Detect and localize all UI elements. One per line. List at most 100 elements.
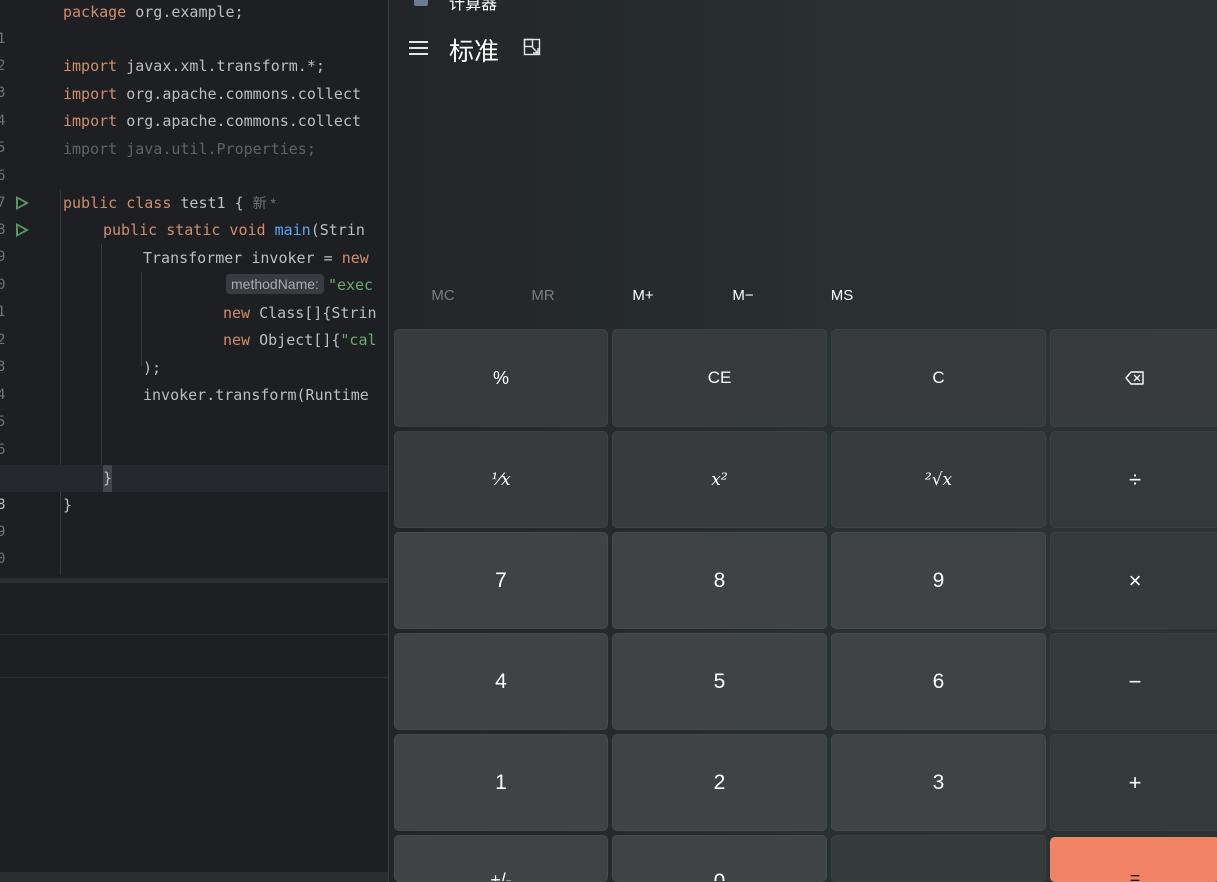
clear-entry-button[interactable]: CE [612,329,827,427]
keep-on-top-icon[interactable] [523,38,541,56]
author-hint[interactable]: 新 * [253,195,276,211]
code-keyword: import [63,112,118,130]
digit-3-button[interactable]: 3 [831,734,1046,831]
result-display [389,80,1217,270]
divide-label: ÷ [1128,466,1142,492]
digit-label: 3 [932,770,945,794]
code-line: 3 import javax.xml.transform.*; [0,53,388,101]
code-text: Transformer invoker = [143,249,342,267]
digit-8-button[interactable]: 8 [612,532,827,629]
code-string: "exec [327,276,374,294]
calculator-window: 计算器 标准 MC MR M+ M− MS % CE C ⅟x x² ²√x ÷ [388,0,1217,882]
memory-add-button[interactable]: M+ [595,280,691,312]
code-keyword: import [63,57,118,75]
window-title: 计算器 [449,0,498,13]
code-line: 9 } [0,492,388,540]
digit-2-button[interactable]: 2 [612,734,827,831]
code-line: 0 Transformer invoker = new [0,245,388,293]
code-text: javax.xml.transform.*; [117,57,325,75]
mode-title: 标准 [449,38,500,66]
decimal-button[interactable]: . [831,835,1046,882]
code-line: 4 import org.apache.commons.collect [0,81,388,129]
digit-0-button[interactable]: 0 [612,835,827,882]
run-main-icon[interactable] [16,223,29,237]
digit-9-button[interactable]: 9 [831,532,1046,629]
code-keyword: package [63,3,127,21]
percent-label: % [492,367,509,388]
negate-button[interactable]: +/- [394,835,608,882]
code-keyword: import [63,85,118,103]
code-editor[interactable]: 1 package org.example; 2 3 import javax.… [0,0,388,578]
code-text: Object[]{ [250,331,341,349]
clear-button[interactable]: C [831,329,1046,427]
status-bar [0,872,388,882]
digit-label: 1 [495,770,507,794]
code-line: 8 public class test1 { 新 * [0,190,388,238]
equals-button[interactable]: = [1050,837,1217,882]
digit-label: 4 [495,669,507,693]
clear-entry-label: CE [707,368,732,387]
line-number: 0 [0,551,6,567]
code-keyword: public class [63,194,172,212]
code-text: ); [143,359,162,377]
digit-7-button[interactable]: 7 [394,532,608,629]
tool-panel-toolbar [0,635,388,678]
equals-label: = [1129,868,1141,882]
memory-recall-button[interactable]: MR [495,280,591,312]
code-line: 9 public static void main(Strin [0,217,388,265]
digit-6-button[interactable]: 6 [831,633,1046,730]
code-line: 5 import org.apache.commons.collect [0,108,388,156]
plus-button[interactable]: + [1050,734,1217,831]
code-text: org.apache.commons.collect [117,112,362,130]
code-line-current: 8 } [0,465,388,513]
digit-label: 5 [713,669,726,693]
negate-label: +/- [490,870,512,882]
code-text: org.apache.commons.collect [117,85,362,103]
code-line: 0 [0,519,388,567]
code-line: 2 new Class[]{Strin [0,300,388,348]
square-button[interactable]: x² [612,431,827,528]
code-text: org.example; [126,3,244,21]
digit-4-button[interactable]: 4 [394,633,608,730]
calculator-app-icon [414,0,428,6]
square-root-button[interactable]: ²√x [831,431,1046,528]
hamburger-menu-icon[interactable] [409,40,429,56]
code-keyword: public static void [103,221,266,239]
decimal-label: . [935,870,941,882]
reciprocal-button[interactable]: ⅟x [394,431,608,528]
minus-button[interactable]: − [1050,633,1217,730]
memory-subtract-button[interactable]: M− [695,280,791,312]
memory-clear-button[interactable]: MC [395,280,491,312]
code-string: "cal [340,331,377,349]
backspace-button[interactable] [1050,329,1217,427]
unused-import: import java.util.Properties; [63,140,316,158]
memory-row: MC MR M+ M− MS [389,280,1217,312]
code-keyword: new [223,304,251,322]
tool-panel-header [0,583,388,635]
digit-label: 2 [713,770,726,794]
code-line: 7 [0,437,388,485]
run-class-icon[interactable] [16,196,29,210]
ide-window: 1 package org.example; 2 3 import javax.… [0,0,388,882]
reciprocal-label: ⅟x [491,469,511,490]
digit-5-button[interactable]: 5 [612,633,827,730]
code-text: invoker.transform(Runtime [143,386,369,404]
code-text: (Strin [310,221,365,239]
code-line: 6 import java.util.Properties; [0,136,388,184]
memory-store-button[interactable]: MS [794,280,890,312]
code-text: } [63,496,73,514]
code-keyword: new [223,331,251,349]
minus-label: − [1128,668,1142,694]
bottom-tool-panel [0,583,388,882]
digit-1-button[interactable]: 1 [394,734,608,831]
digit-label: 6 [932,669,945,693]
backspace-icon [1125,371,1144,385]
percent-button[interactable]: % [394,329,608,427]
code-text: Class[]{Strin [250,304,377,322]
code-line: 1 methodName: "exec [0,272,388,320]
code-line: 4 ); [0,355,388,403]
code-line: 6 [0,410,388,458]
plus-label: + [1128,769,1142,795]
multiply-button[interactable]: × [1050,532,1217,629]
divide-button[interactable]: ÷ [1050,431,1217,528]
